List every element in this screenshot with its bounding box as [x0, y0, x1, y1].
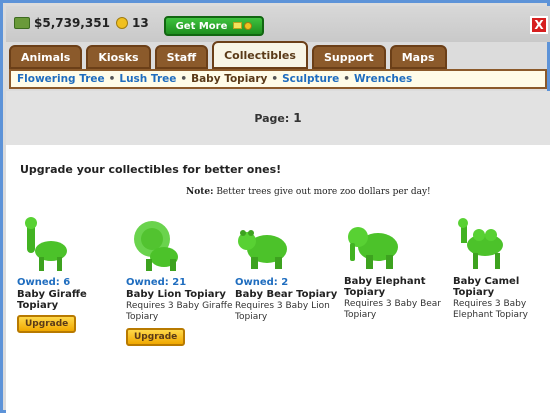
- note: Note: Better trees give out more zoo dol…: [186, 187, 431, 197]
- tab-collectibles[interactable]: Collectibles: [212, 41, 308, 69]
- upgrade-button[interactable]: Upgrade: [17, 315, 77, 333]
- bear-topiary-icon: [238, 230, 287, 269]
- item-name: Baby Giraffe Topiary: [17, 289, 87, 311]
- subnav-flowering-tree[interactable]: Flowering Tree: [17, 73, 105, 85]
- coins-display: 13: [116, 16, 149, 30]
- subnav-separator: •: [108, 73, 116, 85]
- item-name: Baby Bear Topiary: [235, 289, 338, 300]
- giraffe-topiary-icon: [25, 217, 67, 271]
- subnav-baby-topiary[interactable]: Baby Topiary: [191, 73, 267, 85]
- get-more-label: Get More: [175, 20, 228, 32]
- page-number[interactable]: 1: [293, 111, 301, 125]
- item-requirement: Requires 3 Baby Bear Topiary: [344, 299, 441, 321]
- topiary-item-camel[interactable]: Baby Camel Topiary Requires 3 Baby Eleph…: [453, 215, 550, 322]
- camel-topiary-icon: [458, 218, 503, 269]
- tab-staff[interactable]: Staff: [154, 45, 209, 69]
- money-display: $5,739,351: [14, 16, 110, 30]
- close-button[interactable]: X: [530, 16, 548, 34]
- coin-count: 13: [132, 16, 149, 30]
- collectibles-panel: Upgrade your collectibles for better one…: [6, 145, 550, 413]
- elephant-topiary-icon: [348, 227, 398, 269]
- owned-count: Owned: 21: [126, 277, 187, 288]
- coin-icon: [244, 22, 253, 30]
- item-requirement: Requires 3 Baby Elephant Topiary: [453, 299, 528, 321]
- top-bar: $5,739,351 13 Get More X: [6, 6, 550, 42]
- item-name: Baby Lion Topiary: [126, 289, 226, 300]
- page-label: Page:: [254, 111, 290, 125]
- cash-icon: [233, 22, 243, 29]
- subnav-separator: •: [271, 73, 279, 85]
- tab-support[interactable]: Support: [311, 45, 386, 69]
- note-label: Note:: [186, 187, 214, 197]
- subnav-sculpture[interactable]: Sculpture: [282, 73, 339, 85]
- subnav-wrenches[interactable]: Wrenches: [354, 73, 412, 85]
- upgrade-button[interactable]: Upgrade: [126, 327, 186, 346]
- get-more-icons: [233, 22, 253, 30]
- item-requirement: Requires 3 Baby Lion Topiary: [235, 301, 330, 323]
- category-tabs: Animals Kiosks Staff Collectibles Suppor…: [9, 41, 447, 69]
- subnav-lush-tree[interactable]: Lush Tree: [119, 73, 176, 85]
- subnav-separator: •: [180, 73, 188, 85]
- item-name: Baby Camel Topiary: [453, 276, 520, 298]
- page-indicator: Page: 1: [6, 91, 550, 145]
- lion-topiary-icon: [134, 221, 178, 271]
- note-text: Better trees give out more zoo dollars p…: [216, 187, 431, 197]
- tab-maps[interactable]: Maps: [389, 45, 447, 69]
- topiary-item-bear[interactable]: Owned: 2 Baby Bear Topiary Requires 3 Ba…: [235, 215, 345, 324]
- coin-icon: [116, 17, 128, 29]
- item-name: Baby Elephant Topiary: [344, 276, 426, 298]
- topiary-item-elephant[interactable]: Baby Elephant Topiary Requires 3 Baby Be…: [344, 215, 454, 322]
- subnav-separator: •: [343, 73, 351, 85]
- cash-icon: [14, 17, 30, 29]
- topiary-item-giraffe[interactable]: Owned: 6 Baby Giraffe Topiary Upgrade: [17, 215, 127, 333]
- owned-count: Owned: 2: [235, 277, 289, 288]
- topiary-item-lion[interactable]: Owned: 21 Baby Lion Topiary Requires 3 B…: [126, 215, 236, 346]
- sub-navigation: Flowering Tree • Lush Tree • Baby Topiar…: [9, 69, 547, 89]
- upgrade-heading: Upgrade your collectibles for better one…: [20, 163, 282, 176]
- window-frame: $5,739,351 13 Get More X Animals Kiosks …: [0, 0, 550, 413]
- tab-kiosks[interactable]: Kiosks: [86, 45, 151, 69]
- tab-animals[interactable]: Animals: [9, 45, 83, 69]
- close-icon: X: [534, 18, 544, 32]
- owned-count: Owned: 6: [17, 277, 71, 288]
- item-requirement: Requires 3 Baby Giraffe Topiary: [126, 301, 233, 323]
- money-amount: $5,739,351: [34, 16, 110, 30]
- get-more-button[interactable]: Get More: [164, 16, 264, 36]
